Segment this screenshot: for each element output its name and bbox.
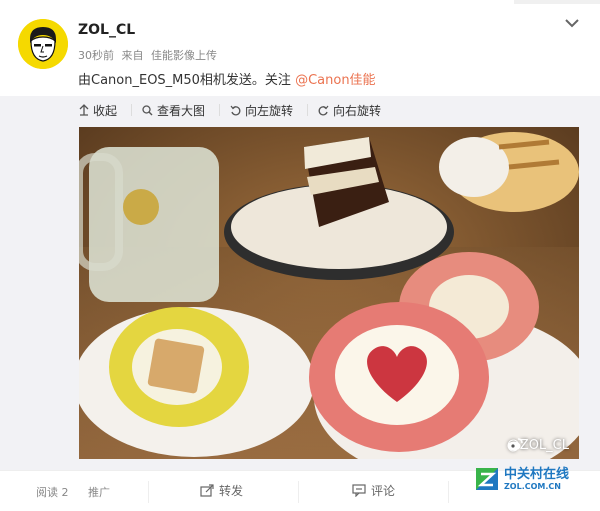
rotate-left-icon (230, 105, 241, 115)
forward-button[interactable]: 转发 (200, 482, 243, 499)
view-large-label: 查看大图 (157, 103, 206, 118)
avatar[interactable] (18, 19, 68, 69)
footer-divider (298, 481, 299, 503)
weibo-icon (507, 438, 523, 451)
collapse-button[interactable]: 收起 (79, 102, 117, 119)
post-meta: 30秒前 来自 佳能影像上传 (78, 47, 221, 63)
post-source[interactable]: 佳能影像上传 (151, 49, 217, 62)
arrow-up-icon (79, 104, 89, 116)
rotate-right-icon (318, 105, 329, 115)
rotate-left-button[interactable]: 向左旋转 (230, 102, 293, 119)
logo-name: 中关村在线 (504, 466, 570, 482)
media-toolbar: 收起 查看大图 向左旋转 向右旋转 (79, 101, 395, 119)
photo-watermark: @ZOL_CL (507, 438, 569, 453)
weibo-post-card: ZOL_CL 30秒前 来自 佳能影像上传 由Canon_EOS_M50相机发送… (0, 0, 600, 511)
view-large-button[interactable]: 查看大图 (142, 102, 205, 119)
rotate-right-button[interactable]: 向右旋转 (318, 102, 381, 119)
forward-icon (200, 484, 214, 497)
rotate-left-label: 向左旋转 (245, 103, 294, 118)
comment-icon (352, 484, 366, 497)
toolbar-divider (307, 104, 309, 116)
comment-label: 评论 (371, 484, 396, 498)
toolbar-divider (131, 104, 133, 116)
post-photo[interactable]: @ZOL_CL (79, 127, 579, 459)
post-text: 由Canon_EOS_M50相机发送。关注 @Canon佳能 (78, 69, 376, 88)
post-text-body: 由Canon_EOS_M50相机发送。关注 (78, 73, 296, 88)
author-name[interactable]: ZOL_CL (78, 22, 135, 38)
site-logo: 中关村在线 ZOL.COM.CN (474, 466, 569, 492)
top-divider (514, 0, 600, 4)
forward-label: 转发 (219, 484, 244, 498)
rotate-right-label: 向右旋转 (333, 103, 382, 118)
logo-sub: ZOL.COM.CN (504, 481, 561, 491)
footer-divider (448, 481, 449, 503)
read-count: 阅读 2 (36, 486, 69, 499)
comment-button[interactable]: 评论 (352, 482, 395, 499)
mention-link[interactable]: @Canon佳能 (295, 73, 375, 88)
promote-button[interactable]: 推广 (88, 484, 110, 500)
footer-divider (148, 481, 149, 503)
logo-text-block: 中关村在线 ZOL.COM.CN (504, 466, 570, 491)
chevron-down-icon[interactable] (563, 14, 581, 32)
collapse-label: 收起 (93, 103, 118, 118)
post-time[interactable]: 30秒前 (78, 49, 114, 62)
photo-illustration (79, 127, 579, 459)
search-icon (142, 104, 153, 115)
toolbar-divider (219, 104, 221, 116)
zol-logo-icon (476, 468, 498, 490)
source-prefix: 来自 (121, 49, 144, 62)
